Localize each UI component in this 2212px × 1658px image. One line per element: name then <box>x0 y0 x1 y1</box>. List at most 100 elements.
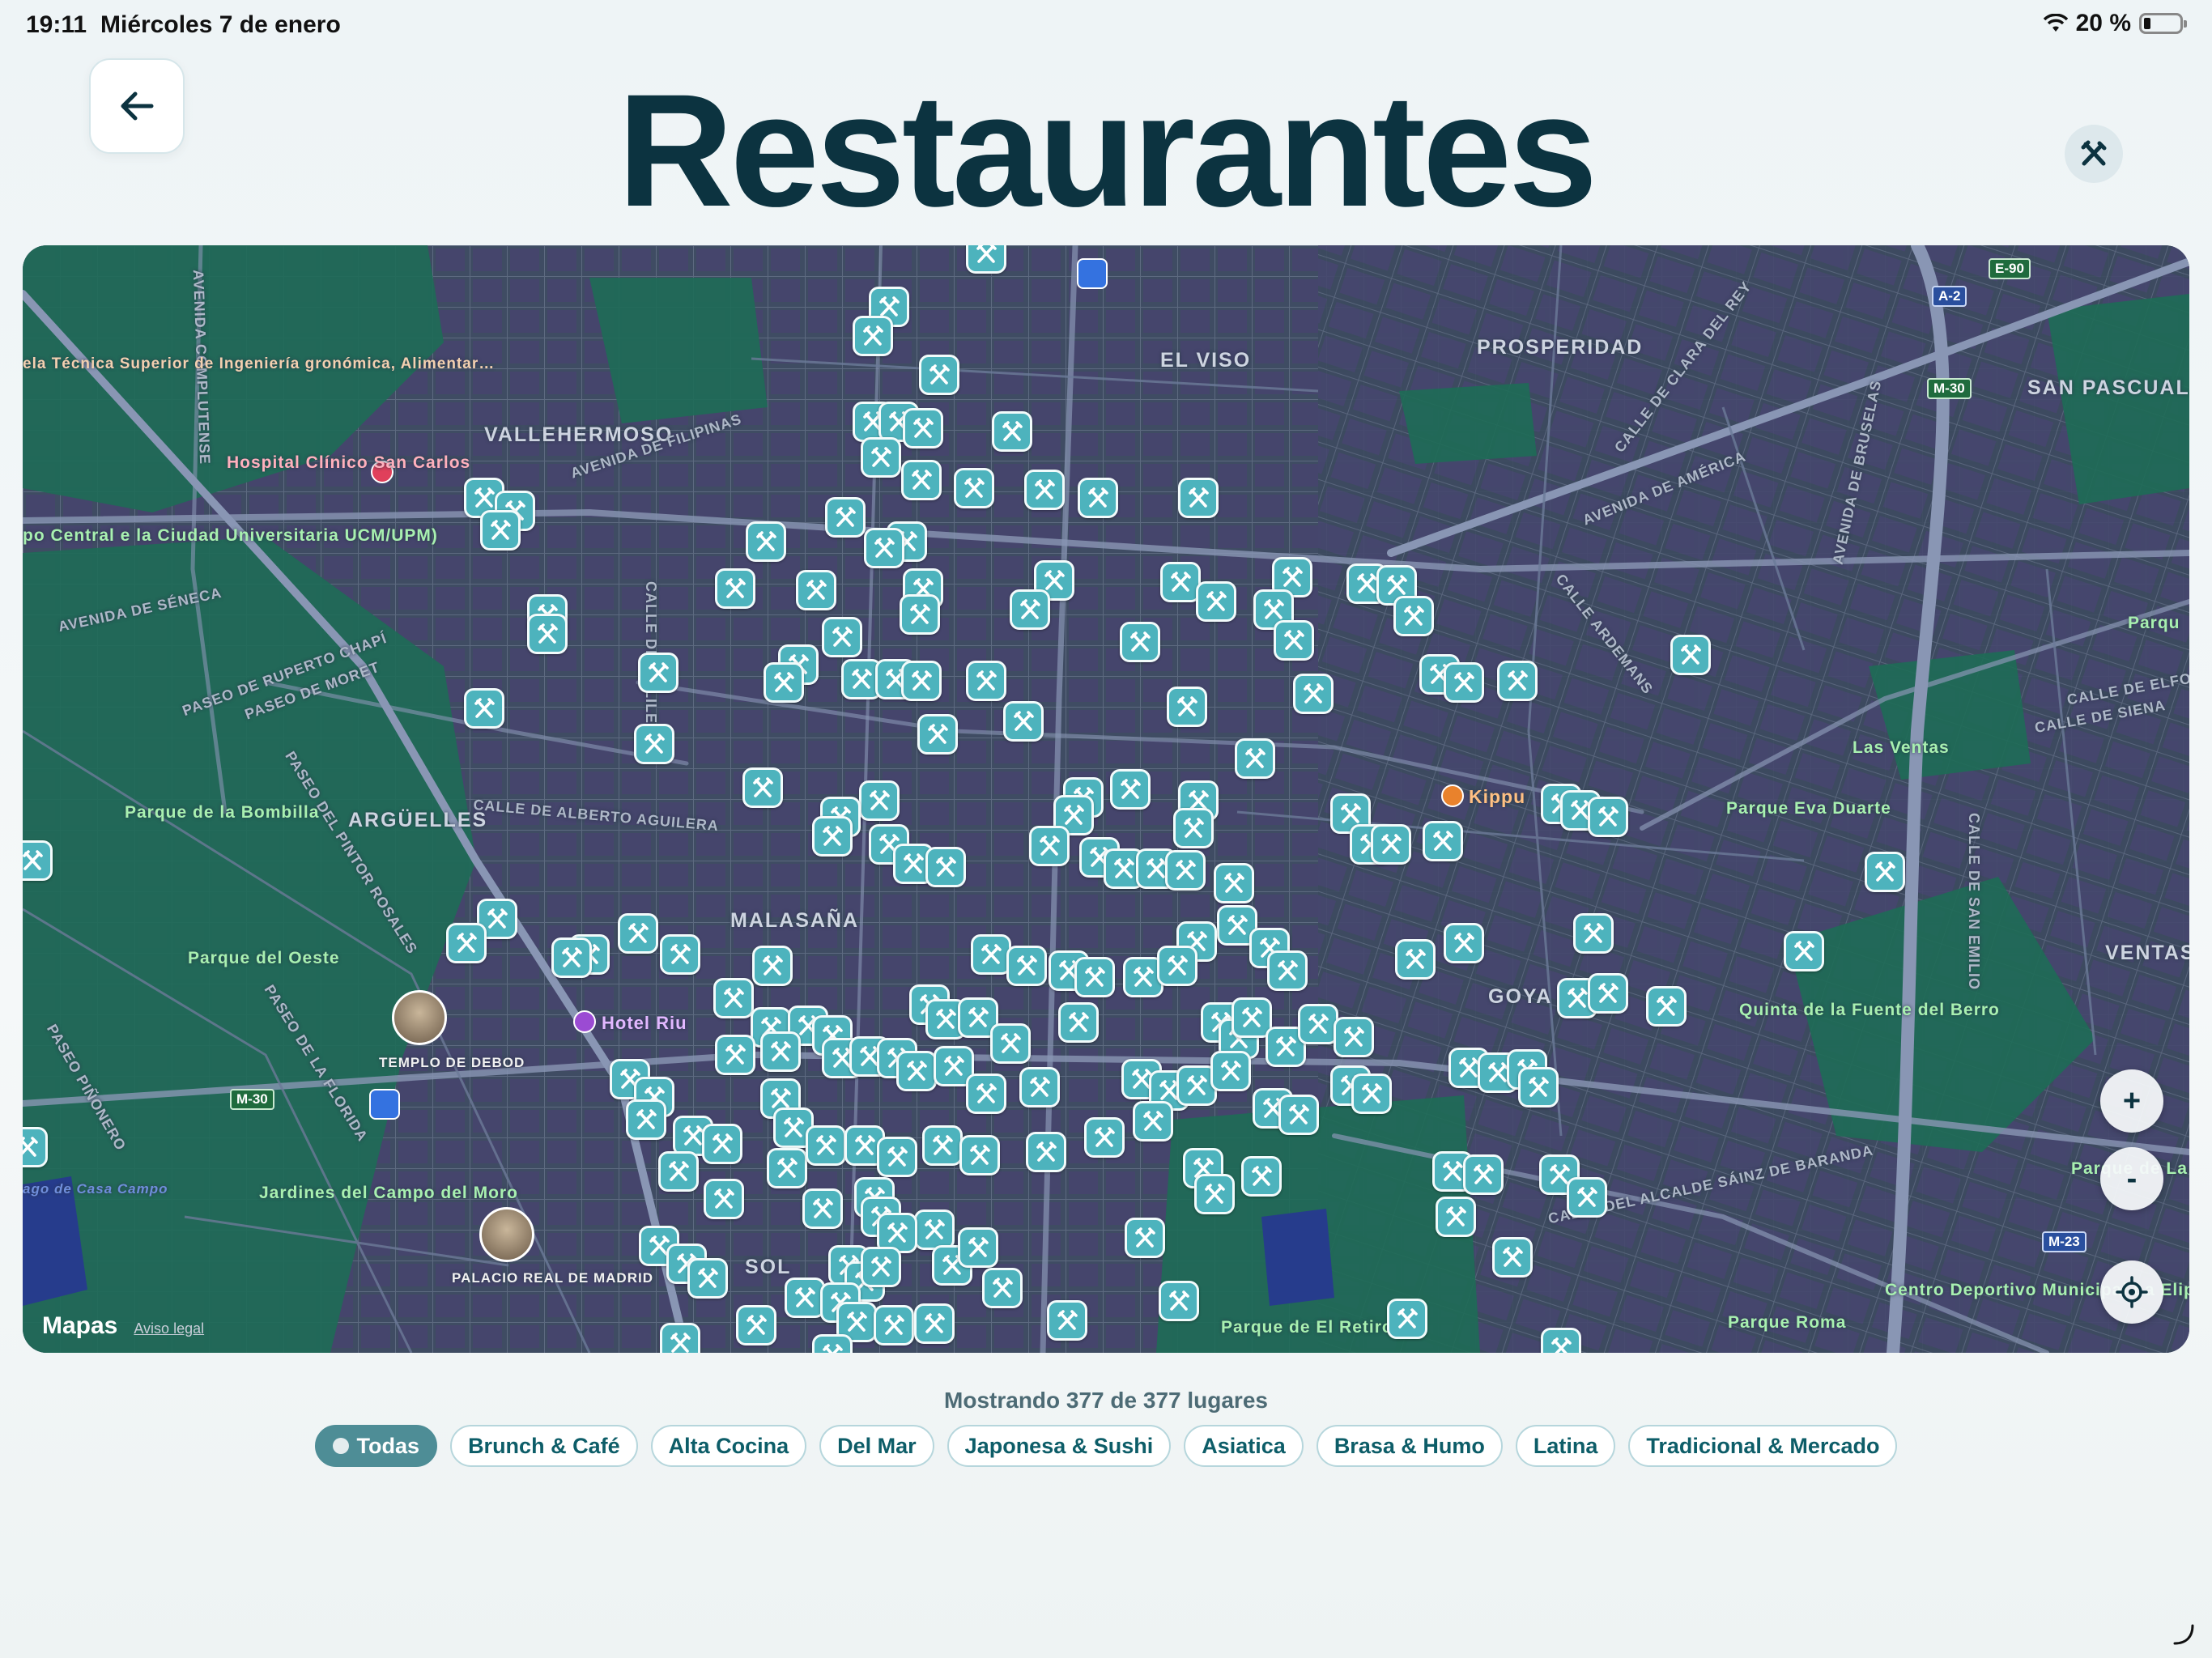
restaurant-pin[interactable] <box>1423 821 1463 861</box>
restaurant-pin[interactable] <box>922 1125 963 1166</box>
restaurant-pin[interactable] <box>660 934 700 975</box>
filter-chip-japonesa[interactable]: Japonesa & Sushi <box>946 1425 1172 1467</box>
restaurant-pin[interactable] <box>1784 931 1824 971</box>
restaurant-pin[interactable] <box>634 724 674 764</box>
restaurant-pin[interactable] <box>901 661 942 701</box>
filter-chip-todas[interactable]: Todas <box>314 1425 438 1467</box>
restaurant-pin[interactable] <box>966 1073 1006 1114</box>
restaurant-pin[interactable] <box>1235 738 1275 779</box>
restaurant-pin[interactable] <box>23 1127 48 1167</box>
restaurant-pin[interactable] <box>864 528 904 568</box>
restaurant-pin[interactable] <box>959 1135 1000 1175</box>
restaurant-pin[interactable] <box>1351 1073 1392 1114</box>
restaurant-pin[interactable] <box>982 1268 1023 1308</box>
restaurant-pin[interactable] <box>900 594 940 635</box>
filter-chip-alta-cocina[interactable]: Alta Cocina <box>650 1425 807 1467</box>
restaurant-pin[interactable] <box>638 653 678 693</box>
restaurant-pin[interactable] <box>1006 946 1047 986</box>
restaurant-pin[interactable] <box>767 1148 807 1188</box>
legal-link[interactable]: Aviso legal <box>134 1320 204 1337</box>
restaurant-pin[interactable] <box>971 934 1011 975</box>
restaurant-pin[interactable] <box>1492 1237 1533 1278</box>
restaurant-pin[interactable] <box>1293 674 1334 714</box>
restaurant-pin[interactable] <box>919 355 959 395</box>
restaurant-pin[interactable] <box>825 497 866 538</box>
restaurant-pin[interactable] <box>1541 1328 1581 1353</box>
restaurant-pin[interactable] <box>1125 1218 1165 1258</box>
restaurant-pin[interactable] <box>23 840 53 881</box>
restaurant-pin[interactable] <box>861 1247 901 1287</box>
restaurant-pin[interactable] <box>853 316 893 356</box>
restaurant-pin[interactable] <box>966 245 1006 274</box>
restaurant-pin[interactable] <box>746 521 786 562</box>
restaurant-pin[interactable] <box>958 1227 998 1268</box>
restaurant-pin[interactable] <box>796 570 836 610</box>
restaurant-pin[interactable] <box>1047 1300 1087 1341</box>
filter-chip-brasa[interactable]: Brasa & Humo <box>1316 1425 1503 1467</box>
restaurant-pin[interactable] <box>925 847 966 887</box>
restaurant-pin[interactable] <box>785 1278 825 1318</box>
restaurant-pin[interactable] <box>1518 1067 1559 1107</box>
restaurant-pin[interactable] <box>1003 701 1044 742</box>
restaurant-pin[interactable] <box>1395 939 1436 980</box>
metro-icon[interactable] <box>1077 258 1108 289</box>
restaurant-pin[interactable] <box>877 1137 917 1177</box>
restaurant-pin[interactable] <box>527 614 568 654</box>
palacio-real-icon[interactable] <box>479 1207 534 1262</box>
restaurant-pin[interactable] <box>1084 1117 1125 1158</box>
restaurant-pin[interactable] <box>1278 1095 1319 1135</box>
restaurant-pin[interactable] <box>806 1125 846 1166</box>
filter-chip-latina[interactable]: Latina <box>1515 1425 1616 1467</box>
templo-debod-icon[interactable] <box>392 990 447 1045</box>
hotel-icon[interactable] <box>573 1010 596 1033</box>
restaurant-pin[interactable] <box>1241 1156 1282 1197</box>
restaurant-pin[interactable] <box>812 816 853 857</box>
restaurant-pin[interactable] <box>1393 596 1434 636</box>
restaurant-pin[interactable] <box>903 408 943 449</box>
filter-chip-brunch[interactable]: Brunch & Café <box>450 1425 638 1467</box>
restaurant-pin[interactable] <box>812 1334 853 1353</box>
restaurant-pin[interactable] <box>1078 478 1118 518</box>
restaurant-pin[interactable] <box>1210 1051 1251 1091</box>
restaurant-pin[interactable] <box>704 1179 744 1219</box>
restaurant-pin[interactable] <box>736 1305 776 1346</box>
restaurant-pin[interactable] <box>1497 661 1538 701</box>
restaurant-pin[interactable] <box>874 1305 914 1346</box>
restaurant-pin[interactable] <box>1588 797 1628 837</box>
restaurant-pin[interactable] <box>1334 1017 1374 1057</box>
restaurant-pin[interactable] <box>1194 1174 1235 1214</box>
restaurant-pin[interactable] <box>1173 808 1214 848</box>
restaurant-pin[interactable] <box>914 1303 955 1344</box>
restaurant-pin[interactable] <box>742 767 783 808</box>
restaurant-pin[interactable] <box>658 1151 699 1192</box>
restaurant-pin[interactable] <box>859 780 900 821</box>
restaurant-pin[interactable] <box>802 1188 843 1229</box>
restaurant-pin[interactable] <box>618 913 658 954</box>
restaurant-pin[interactable] <box>660 1323 700 1353</box>
restaurant-pin[interactable] <box>752 946 793 986</box>
restaurant-pin[interactable] <box>1133 1101 1173 1141</box>
restaurant-pin[interactable] <box>626 1099 666 1140</box>
restaurant-pin[interactable] <box>702 1124 742 1164</box>
restaurant-pin[interactable] <box>954 468 994 508</box>
restaurant-pin[interactable] <box>1444 923 1484 963</box>
restaurant-pin[interactable] <box>1160 562 1201 602</box>
restaurant-pin[interactable] <box>822 617 862 657</box>
restaurant-pin[interactable] <box>1159 1281 1199 1321</box>
restaurant-pin[interactable] <box>1588 973 1628 1014</box>
restaurant-pin[interactable] <box>1436 1197 1476 1237</box>
filter-chip-tradicional[interactable]: Tradicional & Mercado <box>1628 1425 1898 1467</box>
restaurant-pin[interactable] <box>446 923 487 963</box>
restaurant-pin[interactable] <box>715 568 755 609</box>
restaurant-pin[interactable] <box>1074 957 1115 997</box>
restaurant-pin[interactable] <box>1371 824 1411 865</box>
restaurant-pin[interactable] <box>480 510 521 551</box>
restaurant-pin[interactable] <box>1267 950 1308 991</box>
metro-icon[interactable] <box>369 1089 400 1120</box>
restaurant-pin[interactable] <box>1444 662 1484 703</box>
restaurant-pin[interactable] <box>1010 589 1050 630</box>
restaurant-pin[interactable] <box>464 688 504 729</box>
restaurant-pin[interactable] <box>1865 852 1905 892</box>
restaurant-pin[interactable] <box>687 1258 728 1299</box>
filter-chip-del-mar[interactable]: Del Mar <box>819 1425 934 1467</box>
